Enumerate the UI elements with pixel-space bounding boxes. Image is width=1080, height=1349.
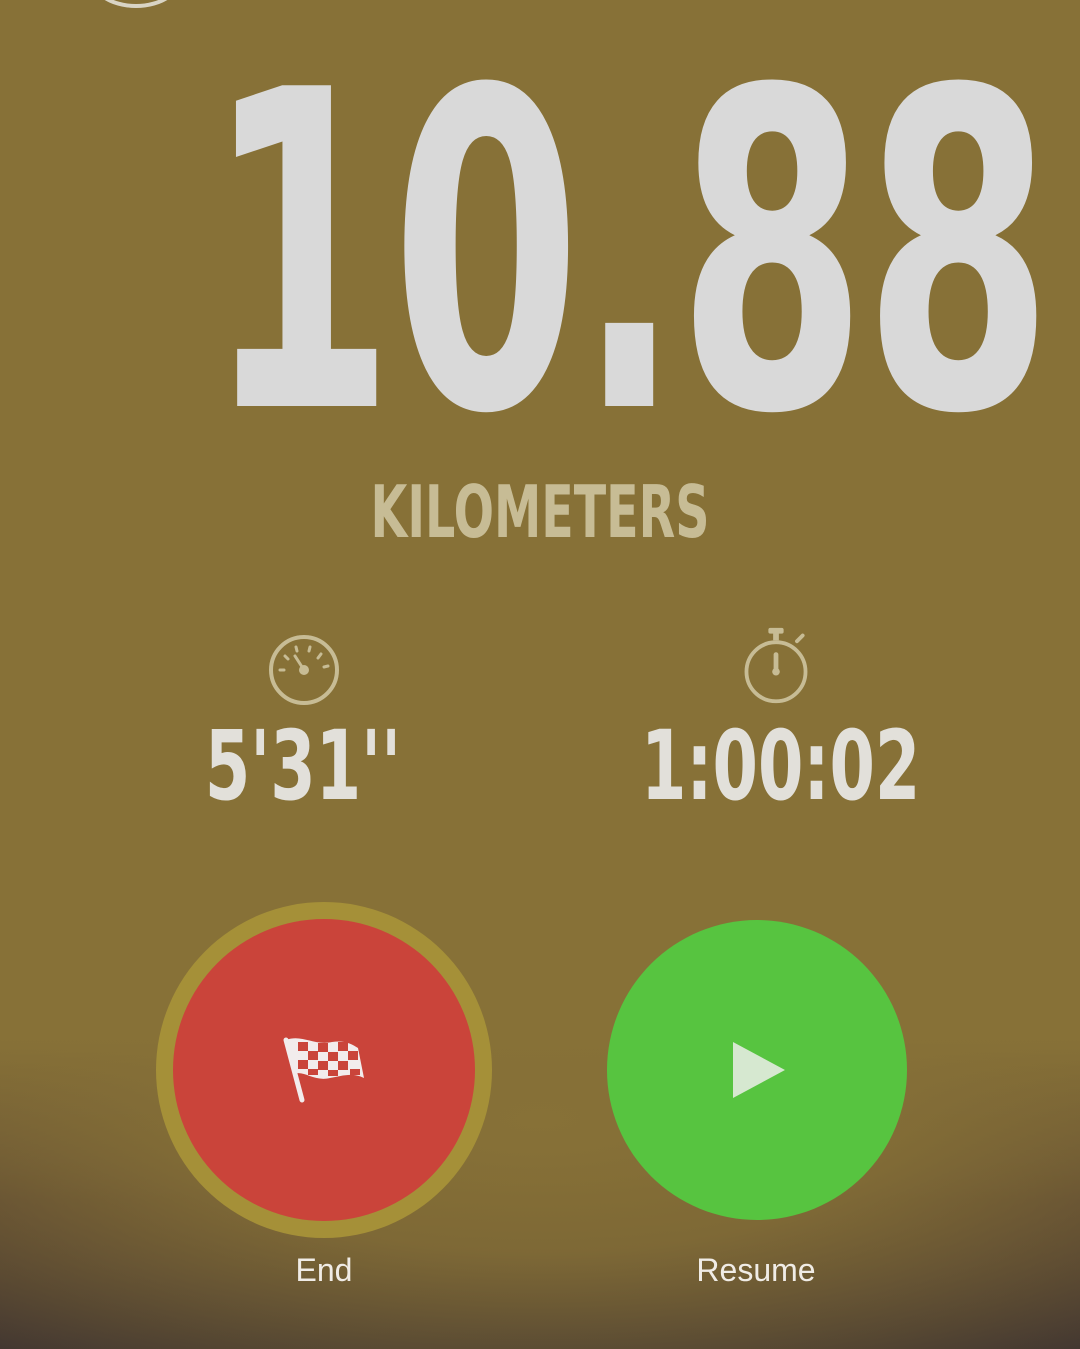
checkered-flag-icon	[283, 1037, 364, 1103]
resume-button[interactable]	[607, 920, 907, 1220]
play-icon	[733, 1042, 785, 1098]
speedometer-icon	[269, 635, 339, 705]
pace-value: 5'31''	[204, 710, 402, 822]
distance-value: 10.88	[205, 0, 1053, 510]
end-button[interactable]	[173, 919, 475, 1221]
distance-unit-label: KILOMETERS	[370, 470, 710, 554]
duration-value: 1:00:02	[641, 710, 921, 822]
stopwatch-icon	[744, 627, 808, 704]
resume-button-label: Resume	[696, 1252, 816, 1288]
end-button-label: End	[295, 1252, 353, 1288]
